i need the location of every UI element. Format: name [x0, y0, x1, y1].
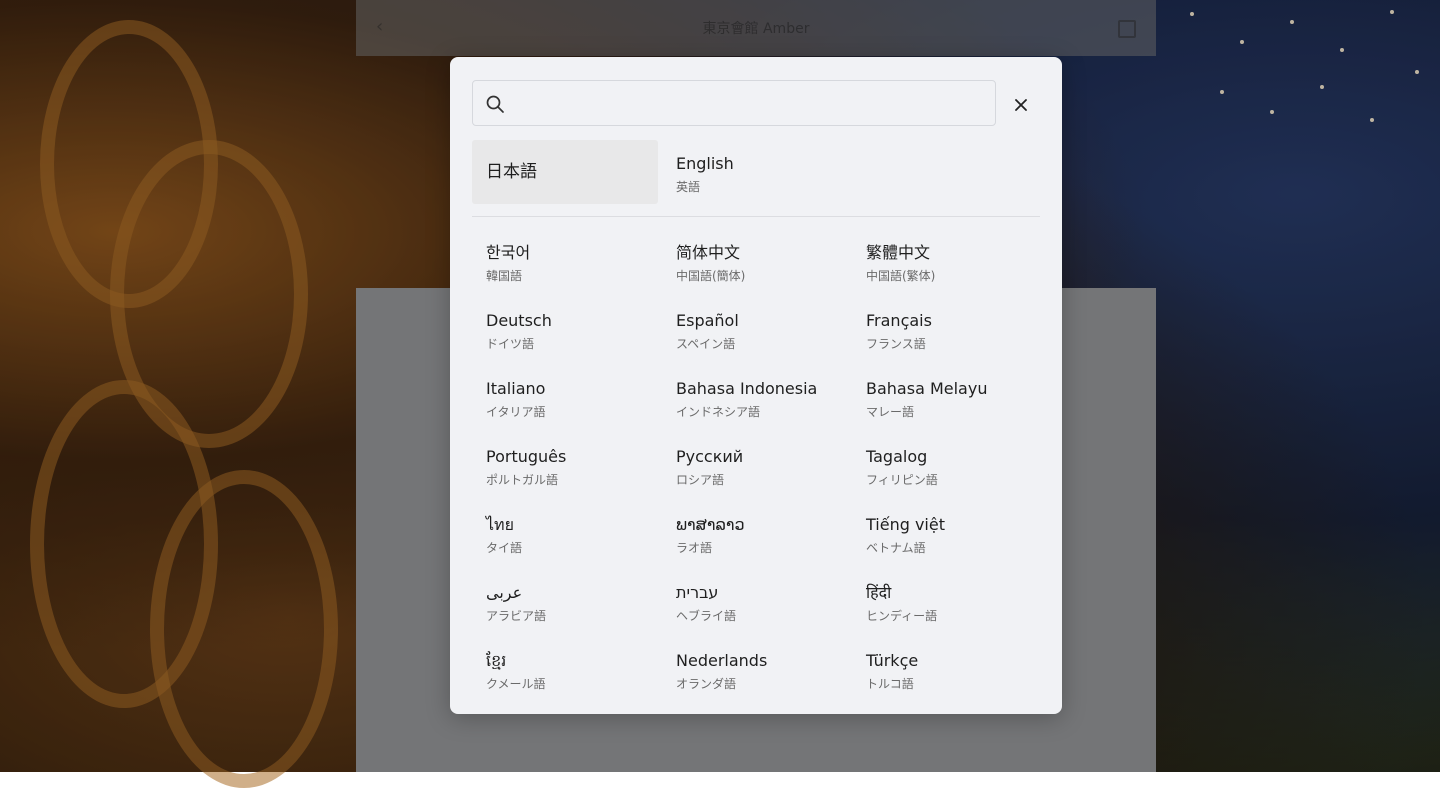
language-japanese-name: ヒンディー語	[866, 609, 938, 623]
language-option[interactable]: Bahasa Melayu マレー語	[852, 365, 1038, 429]
language-option[interactable]: עברית ヘブライ語	[662, 569, 848, 633]
language-native-name: Bahasa Indonesia	[676, 379, 818, 398]
language-native-name: Nederlands	[676, 651, 768, 670]
language-option-en[interactable]: English 英語	[662, 140, 848, 204]
search-icon	[486, 95, 504, 113]
language-japanese-name: ヘブライ語	[676, 609, 737, 623]
language-option[interactable]: Italiano イタリア語	[472, 365, 658, 429]
language-native-name: 简体中文	[676, 243, 741, 262]
language-japanese-name: イタリア語	[486, 405, 546, 419]
language-native-name: 繁體中文	[866, 243, 931, 262]
language-option[interactable]: 繁體中文中国語(繁体)	[852, 229, 1038, 293]
search-input[interactable]	[517, 89, 981, 119]
language-japanese-name: 中国語(簡体)	[676, 269, 746, 283]
language-option[interactable]: Русский ロシア語	[662, 433, 848, 497]
language-japanese-name: インドネシア語	[676, 405, 761, 419]
language-option[interactable]: Español スペイン語	[662, 297, 848, 361]
language-native-name: 한국어	[486, 243, 531, 262]
language-japanese-name: 英語	[676, 180, 701, 194]
language-native-name: Tiếng việt	[866, 515, 945, 534]
divider	[472, 216, 1040, 217]
language-native-name: हिंदी	[866, 583, 892, 602]
language-option[interactable]: Deutsch ドイツ語	[472, 297, 658, 361]
language-japanese-name: マレー語	[866, 405, 915, 419]
language-native-name: ไทย	[486, 515, 514, 534]
language-japanese-name: アラビア語	[486, 609, 547, 623]
language-native-name: English	[676, 154, 734, 173]
language-option[interactable]: ພາສາລາວ ラオ語	[662, 501, 848, 565]
language-option[interactable]: Tagalog フィリピン語	[852, 433, 1038, 497]
language-option[interactable]: ไทย タイ語	[472, 501, 658, 565]
language-option[interactable]: Français フランス語	[852, 297, 1038, 361]
language-japanese-name: フィリピン語	[866, 473, 938, 487]
language-native-name: 日本語	[486, 162, 537, 182]
language-option[interactable]: Türkçe トルコ語	[852, 637, 1038, 701]
language-japanese-name: ラオ語	[676, 541, 713, 555]
language-japanese-name: 中国語(繁体)	[866, 269, 936, 283]
language-option[interactable]: Tiếng việt ベトナム語	[852, 501, 1038, 565]
language-japanese-name: クメール語	[486, 677, 546, 691]
language-japanese-name: ベトナム語	[866, 541, 926, 555]
language-japanese-name: スペイン語	[676, 337, 736, 351]
language-japanese-name: ポルトガル語	[486, 473, 559, 487]
language-option[interactable]: ខ្មែរ クメール語	[472, 637, 658, 701]
language-option[interactable]: हिंदी ヒンディー語	[852, 569, 1038, 633]
language-japanese-name: トルコ語	[866, 677, 914, 691]
language-native-name: Español	[676, 311, 739, 330]
language-japanese-name: オランダ語	[676, 677, 737, 691]
close-button[interactable]	[1009, 93, 1033, 117]
language-option[interactable]: 简体中文中国語(簡体)	[662, 229, 848, 293]
language-option[interactable]: Português ポルトガル語	[472, 433, 658, 497]
close-icon	[1015, 99, 1027, 111]
primary-languages: 日本語 English 英語	[472, 140, 1040, 206]
language-japanese-name: ロシア語	[676, 473, 725, 487]
language-native-name: Português	[486, 447, 567, 466]
language-japanese-name: フランス語	[866, 337, 926, 351]
language-native-name: Tagalog	[866, 447, 928, 466]
language-japanese-name: 韓国語	[486, 269, 523, 283]
language-option[interactable]: Nederlands オランダ語	[662, 637, 848, 701]
language-option[interactable]: Bahasa Indonesia インドネシア語	[662, 365, 848, 429]
language-native-name: Bahasa Melayu	[866, 379, 988, 398]
language-option-ja[interactable]: 日本語	[472, 140, 658, 204]
language-native-name: عربى	[486, 583, 523, 602]
language-native-name: עברית	[676, 583, 719, 602]
language-native-name: Deutsch	[486, 311, 552, 330]
language-native-name: Italiano	[486, 379, 546, 398]
language-option[interactable]: عربى アラビア語	[472, 569, 658, 633]
language-native-name: Русский	[676, 447, 744, 466]
language-native-name: ខ្មែរ	[486, 651, 507, 670]
language-japanese-name: ドイツ語	[486, 337, 535, 351]
language-japanese-name: タイ語	[486, 541, 523, 555]
language-select-modal: 日本語 English 英語 한국어 韓国語 简体中文 中国語(簡体) 繁體中文 中国語(…	[450, 57, 1062, 714]
language-native-name: Français	[866, 311, 932, 330]
language-native-name: Türkçe	[866, 651, 919, 670]
search-box	[472, 80, 996, 126]
language-native-name: ພາສາລາວ	[676, 515, 745, 534]
language-option[interactable]: 한국어 韓国語	[472, 229, 658, 293]
